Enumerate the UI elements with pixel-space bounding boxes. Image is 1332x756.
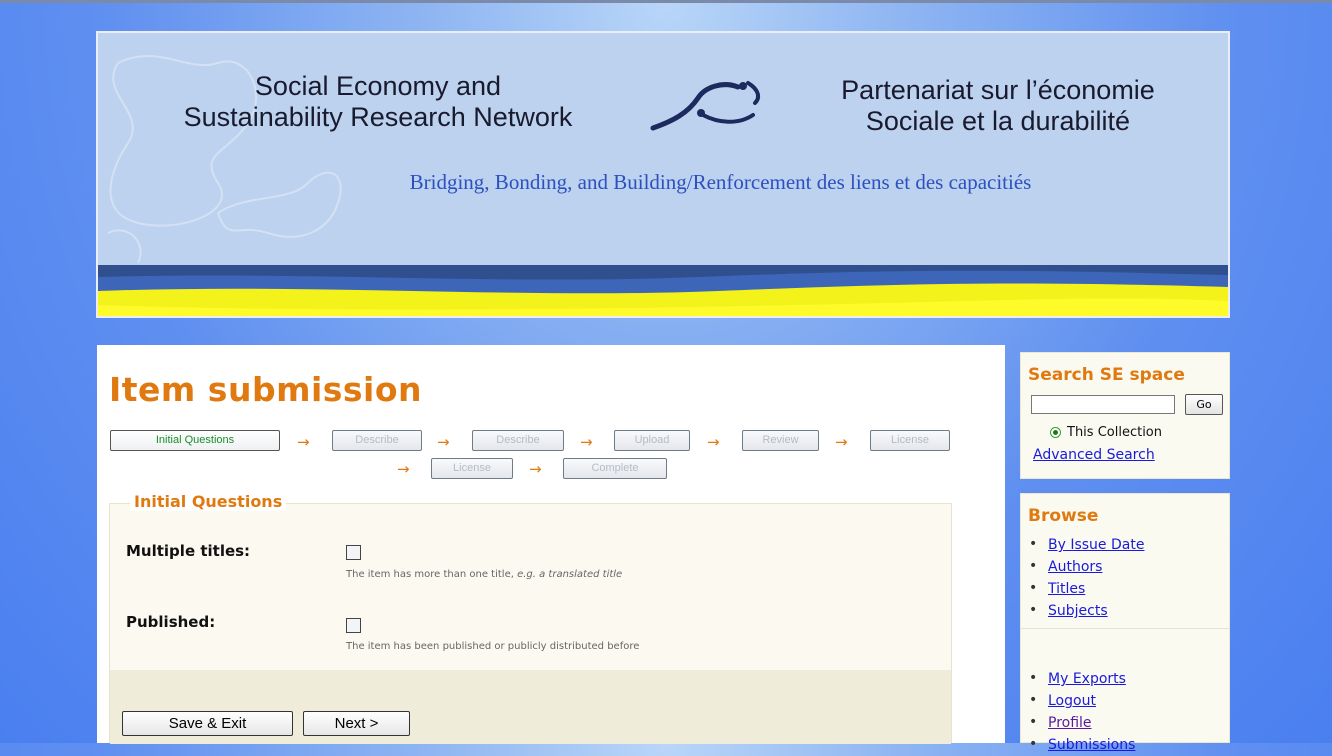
logout-link[interactable]: Logout bbox=[1048, 693, 1096, 709]
browse-panel: Browse By Issue Date Authors Titles Subj… bbox=[1020, 493, 1230, 754]
browse-panel-title: Browse bbox=[1028, 506, 1099, 526]
account-item: Submissions bbox=[1028, 734, 1135, 756]
step-initial-questions[interactable]: Initial Questions bbox=[110, 430, 280, 451]
search-input[interactable] bbox=[1031, 395, 1175, 414]
search-go-button[interactable]: Go bbox=[1185, 394, 1223, 415]
account-item: Logout bbox=[1028, 690, 1135, 712]
banner-title-fr-line1: Partenariat sur l’économie bbox=[841, 75, 1155, 105]
banner-title-fr-line2: Sociale et la durabilité bbox=[865, 106, 1131, 136]
step-review[interactable]: Review bbox=[742, 430, 819, 451]
advanced-search-link[interactable]: Advanced Search bbox=[1033, 447, 1155, 463]
this-collection-label: This Collection bbox=[1067, 425, 1162, 440]
step-upload[interactable]: Upload bbox=[614, 430, 690, 451]
step-describe-2[interactable]: Describe bbox=[472, 430, 564, 451]
banner-title-english: Social Economy and Sustainability Resear… bbox=[138, 71, 618, 133]
browse-item: Titles bbox=[1028, 578, 1144, 600]
published-help: The item has been published or publicly … bbox=[346, 641, 640, 652]
fieldset-legend: Initial Questions bbox=[130, 492, 287, 511]
multiple-titles-label: Multiple titles: bbox=[126, 542, 251, 560]
multiple-titles-help-text: The item has more than one title, bbox=[346, 569, 518, 580]
step-complete[interactable]: Complete bbox=[563, 458, 667, 479]
step-describe-1[interactable]: Describe bbox=[332, 430, 422, 451]
browse-by-issue-date-link[interactable]: By Issue Date bbox=[1048, 537, 1144, 553]
multiple-titles-help-example: e.g. a translated title bbox=[517, 569, 623, 580]
step-arrow-icon: → bbox=[580, 433, 593, 451]
main-content: Item submission Initial Questions → Desc… bbox=[97, 345, 1005, 744]
search-panel: Search SE space Go This Collection Advan… bbox=[1020, 352, 1230, 479]
step-arrow-icon: → bbox=[707, 433, 720, 451]
browse-item: Subjects bbox=[1028, 600, 1144, 622]
step-license-1[interactable]: License bbox=[870, 430, 950, 451]
submissions-link[interactable]: Submissions bbox=[1048, 737, 1135, 753]
browse-titles-link[interactable]: Titles bbox=[1048, 581, 1085, 597]
step-arrow-icon: → bbox=[529, 460, 542, 478]
browse-authors-link[interactable]: Authors bbox=[1048, 559, 1102, 575]
network-logo-icon bbox=[650, 81, 761, 131]
browse-subjects-link[interactable]: Subjects bbox=[1048, 603, 1108, 619]
map-outline-decoration bbox=[107, 54, 342, 264]
published-label: Published: bbox=[126, 613, 216, 631]
banner-wave-decoration bbox=[98, 265, 1228, 316]
published-checkbox[interactable] bbox=[346, 618, 361, 633]
step-arrow-icon: → bbox=[297, 433, 310, 451]
banner-title-french: Partenariat sur l’économie Sociale et la… bbox=[798, 75, 1198, 137]
step-license-2[interactable]: License bbox=[431, 458, 513, 479]
multiple-titles-help: The item has more than one title, e.g. a… bbox=[346, 569, 622, 580]
account-item: Profile bbox=[1028, 712, 1135, 734]
step-arrow-icon: → bbox=[437, 433, 450, 451]
step-arrow-icon: → bbox=[397, 460, 410, 478]
search-panel-title: Search SE space bbox=[1028, 365, 1185, 385]
site-banner: Social Economy and Sustainability Resear… bbox=[96, 31, 1230, 318]
browse-list: By Issue Date Authors Titles Subjects bbox=[1028, 534, 1144, 622]
banner-title-en-line1: Social Economy and bbox=[254, 71, 502, 101]
browse-item: By Issue Date bbox=[1028, 534, 1144, 556]
page-title: Item submission bbox=[109, 370, 423, 409]
sidebar-divider bbox=[1021, 628, 1229, 629]
my-exports-link[interactable]: My Exports bbox=[1048, 671, 1126, 687]
initial-questions-fieldset: Initial Questions Multiple titles: The i… bbox=[109, 492, 952, 744]
multiple-titles-checkbox[interactable] bbox=[346, 545, 361, 560]
banner-title-en-line2: Sustainability Research Network bbox=[183, 102, 573, 132]
account-item: My Exports bbox=[1028, 668, 1135, 690]
browse-item: Authors bbox=[1028, 556, 1144, 578]
next-button[interactable]: Next > bbox=[303, 711, 410, 736]
this-collection-radio[interactable] bbox=[1050, 427, 1061, 438]
window-top-border bbox=[0, 0, 1332, 3]
save-exit-button[interactable]: Save & Exit bbox=[122, 711, 293, 736]
banner-tagline: Bridging, Bonding, and Building/Renforce… bbox=[409, 170, 1032, 194]
step-arrow-icon: → bbox=[835, 433, 848, 451]
profile-link[interactable]: Profile bbox=[1048, 715, 1092, 731]
